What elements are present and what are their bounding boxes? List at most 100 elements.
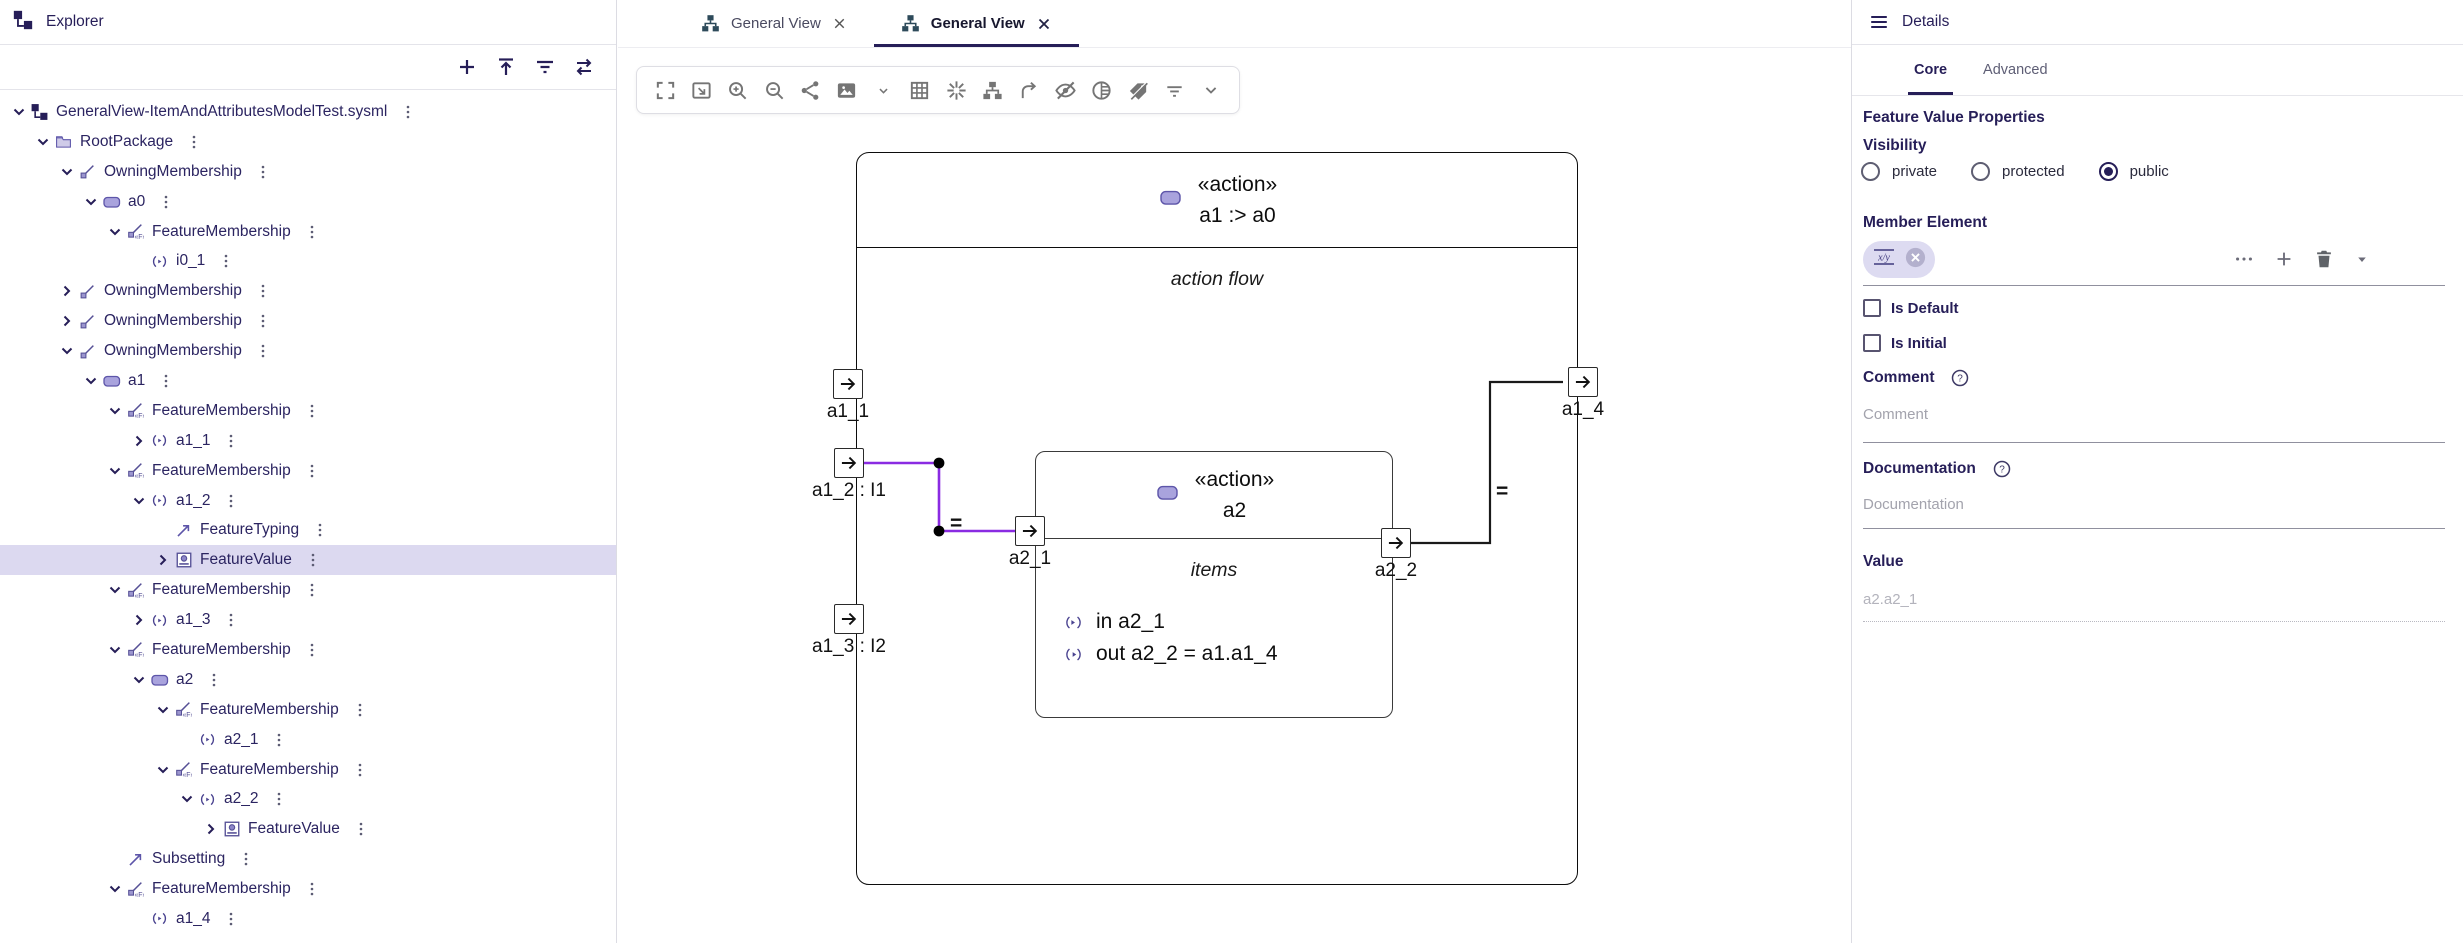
tree-item-featuremembership[interactable]: «F»FeatureMembership <box>0 396 616 426</box>
tree-item-a2_2[interactable]: a2_2 <box>0 784 616 814</box>
kebab-menu-icon[interactable] <box>160 373 172 389</box>
tree-item-featuremembership[interactable]: «F»FeatureMembership <box>0 874 616 904</box>
tree-item-rootpackage[interactable]: RootPackage <box>0 127 616 157</box>
port-a1_2[interactable] <box>834 448 864 478</box>
tab-general-view-1[interactable]: General View <box>674 0 874 47</box>
close-tab-icon[interactable] <box>831 15 848 32</box>
tree-item-a1_3[interactable]: a1_3 <box>0 605 616 635</box>
kebab-menu-icon[interactable] <box>188 134 200 150</box>
port-a1_3[interactable] <box>834 604 864 634</box>
chevron-right-icon[interactable] <box>56 282 78 300</box>
tree-item-featurevalue[interactable]: FeatureValue <box>0 545 616 575</box>
kebab-menu-icon[interactable] <box>306 403 318 419</box>
more-options-button[interactable] <box>2233 248 2255 270</box>
arrange-all-button[interactable] <box>981 78 1005 102</box>
tree-item-featuremembership[interactable]: «F»FeatureMembership <box>0 575 616 605</box>
kebab-menu-icon[interactable] <box>160 194 172 210</box>
member-element-chip[interactable]: x/y <box>1863 241 1935 278</box>
chevron-right-icon[interactable] <box>128 432 150 450</box>
chevron-right-icon[interactable] <box>56 312 78 330</box>
edge-bendpoint[interactable] <box>934 526 945 537</box>
tree-item-a1_1[interactable]: a1_1 <box>0 426 616 456</box>
port-a2_1[interactable] <box>1015 516 1045 546</box>
filter-elements-button[interactable] <box>1162 78 1186 102</box>
tree-item-owningmembership[interactable]: OwningMembership <box>0 276 616 306</box>
tree-item-featuretyping[interactable]: FeatureTyping <box>0 515 616 545</box>
help-icon[interactable]: ? <box>1992 459 2012 479</box>
kebab-menu-icon[interactable] <box>257 164 269 180</box>
tree-item-a2[interactable]: a2 <box>0 665 616 695</box>
kebab-menu-icon[interactable] <box>225 433 237 449</box>
kebab-menu-icon[interactable] <box>355 821 367 837</box>
upload-model-button[interactable] <box>494 55 518 79</box>
tree-item-featuremembership[interactable]: «F»FeatureMembership <box>0 755 616 785</box>
tree-item-owningmembership[interactable]: OwningMembership <box>0 306 616 336</box>
port-a1_1[interactable] <box>833 369 863 399</box>
tree-item-a1[interactable]: a1 <box>0 366 616 396</box>
kebab-menu-icon[interactable] <box>225 911 237 927</box>
port-a2_2[interactable] <box>1381 528 1411 558</box>
kebab-menu-icon[interactable] <box>273 732 285 748</box>
tree-item-subsetting[interactable]: Subsetting <box>0 844 616 874</box>
tree-item-featuremembership[interactable]: «F»FeatureMembership <box>0 217 616 247</box>
chevron-down-icon[interactable] <box>32 133 54 151</box>
kebab-menu-icon[interactable] <box>220 253 232 269</box>
visibility-radio-private[interactable] <box>1861 162 1880 181</box>
export-image-menu-button[interactable] <box>871 78 895 102</box>
chevron-down-icon[interactable] <box>80 372 102 390</box>
chevron-down-icon[interactable] <box>104 581 126 599</box>
tree-item-a2_1[interactable]: a2_1 <box>0 725 616 755</box>
tree-item-a1_4[interactable]: a1_4 <box>0 904 616 934</box>
export-image-button[interactable] <box>835 78 859 102</box>
tree-item-a0[interactable]: a0 <box>0 187 616 217</box>
chevron-down-icon[interactable] <box>128 492 150 510</box>
chevron-down-icon[interactable] <box>152 761 174 779</box>
kebab-menu-icon[interactable] <box>225 612 237 628</box>
hide-elements-button[interactable] <box>1053 78 1077 102</box>
fullscreen-button[interactable] <box>653 78 677 102</box>
help-icon[interactable]: ? <box>1950 368 1970 388</box>
chip-remove-icon[interactable] <box>1904 246 1927 274</box>
fit-to-screen-button[interactable] <box>689 78 713 102</box>
kebab-menu-icon[interactable] <box>273 791 285 807</box>
close-tab-icon[interactable] <box>1035 15 1053 33</box>
port-a1_4[interactable] <box>1568 367 1598 397</box>
tree-item-owningmembership[interactable]: OwningMembership <box>0 336 616 366</box>
share-diagram-button[interactable] <box>799 78 823 102</box>
edge-binding-a2_2-a1_4[interactable] <box>1411 382 1563 543</box>
comment-input[interactable] <box>1863 406 2445 423</box>
chevron-down-icon[interactable] <box>104 402 126 420</box>
chevron-down-icon[interactable] <box>176 790 198 808</box>
tab-general-view-2[interactable]: General View <box>874 0 1079 47</box>
kebab-menu-icon[interactable] <box>208 672 220 688</box>
is-initial-checkbox[interactable] <box>1863 334 1881 352</box>
edge-label-binding-a2_2-a1_4[interactable]: = <box>1496 480 1508 504</box>
chevron-right-icon[interactable] <box>128 611 150 629</box>
kebab-menu-icon[interactable] <box>306 582 318 598</box>
zoom-out-button[interactable] <box>762 78 786 102</box>
is-default-checkbox[interactable] <box>1863 299 1881 317</box>
kebab-menu-icon[interactable] <box>257 343 269 359</box>
kebab-menu-icon[interactable] <box>402 104 414 120</box>
kebab-menu-icon[interactable] <box>354 702 366 718</box>
chevron-down-icon[interactable] <box>128 671 150 689</box>
more-tools-button[interactable] <box>1199 78 1223 102</box>
kebab-menu-icon[interactable] <box>225 493 237 509</box>
kebab-menu-icon[interactable] <box>306 463 318 479</box>
tree-item-i0_1[interactable]: i0_1 <box>0 246 616 276</box>
chevron-down-icon[interactable] <box>80 193 102 211</box>
chevron-right-icon[interactable] <box>200 820 222 838</box>
kebab-menu-icon[interactable] <box>257 313 269 329</box>
chevron-down-icon[interactable] <box>56 342 78 360</box>
reconnect-edges-button[interactable] <box>1017 78 1041 102</box>
tree-item-owningmembership[interactable]: OwningMembership <box>0 157 616 187</box>
details-tab-core[interactable]: Core <box>1910 45 1951 95</box>
filter-tree-button[interactable] <box>533 55 557 79</box>
visibility-radio-protected[interactable] <box>1971 162 1990 181</box>
kebab-menu-icon[interactable] <box>306 224 318 240</box>
tree-item-generalview-itemandattributesmodeltest.sysml[interactable]: GeneralView-ItemAndAttributesModelTest.s… <box>0 97 616 127</box>
details-tab-advanced[interactable]: Advanced <box>1979 45 2052 95</box>
kebab-menu-icon[interactable] <box>306 642 318 658</box>
kebab-menu-icon[interactable] <box>257 283 269 299</box>
documentation-input[interactable] <box>1863 496 2445 513</box>
